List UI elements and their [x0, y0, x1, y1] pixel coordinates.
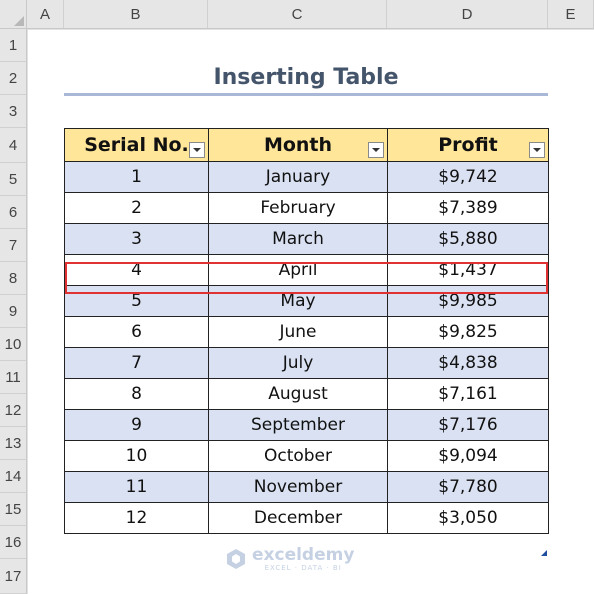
table-row: 5 May $9,985	[64, 285, 549, 317]
month-cell[interactable]: December	[208, 502, 388, 534]
chevron-down-icon	[193, 148, 201, 152]
profit-cell[interactable]: $5,880	[387, 223, 549, 255]
serial-cell[interactable]: 6	[64, 316, 209, 348]
row-header-8[interactable]: 8	[0, 262, 27, 295]
profit-cell[interactable]: $9,825	[387, 316, 549, 348]
serial-cell[interactable]: 7	[64, 347, 209, 379]
month-cell[interactable]: January	[208, 161, 388, 193]
row-header-9[interactable]: 9	[0, 295, 27, 328]
column-header-d[interactable]: D	[387, 0, 548, 29]
row-header-3[interactable]: 3	[0, 95, 27, 128]
watermark-tagline: EXCEL · DATA · BI	[264, 564, 342, 572]
month-cell[interactable]: April	[208, 254, 388, 286]
profit-cell[interactable]: $7,780	[387, 471, 549, 503]
filter-dropdown-button[interactable]	[189, 142, 205, 158]
column-header-c[interactable]: C	[208, 0, 387, 29]
serial-cell[interactable]: 11	[64, 471, 209, 503]
chevron-down-icon	[533, 148, 541, 152]
column-header-b[interactable]: B	[64, 0, 208, 29]
table-resize-handle[interactable]	[541, 550, 547, 556]
row-header-10[interactable]: 10	[0, 328, 27, 361]
chevron-down-icon	[372, 148, 380, 152]
profit-cell[interactable]: $9,742	[387, 161, 549, 193]
row-header-17[interactable]: 17	[0, 559, 27, 594]
month-cell[interactable]: June	[208, 316, 388, 348]
header-cell-month[interactable]: Month	[208, 128, 388, 162]
exceldemy-logo-icon	[227, 549, 245, 569]
month-cell[interactable]: September	[208, 409, 388, 441]
serial-cell[interactable]: 8	[64, 378, 209, 410]
serial-cell[interactable]: 4	[64, 254, 209, 286]
table-row: 2 February $7,389	[64, 192, 549, 224]
row-header-7[interactable]: 7	[0, 229, 27, 262]
month-cell[interactable]: February	[208, 192, 388, 224]
header-label: Month	[263, 134, 333, 156]
row-header-4[interactable]: 4	[0, 128, 27, 163]
table-row: 1 January $9,742	[64, 161, 549, 193]
column-header-e[interactable]: E	[548, 0, 594, 29]
watermark-logo: exceldemy EXCEL · DATA · BI	[224, 546, 354, 572]
table-row: 8 August $7,161	[64, 378, 549, 410]
profit-cell[interactable]: $1,437	[387, 254, 549, 286]
title-underline	[64, 93, 548, 96]
row-header-11[interactable]: 11	[0, 361, 27, 394]
serial-cell[interactable]: 5	[64, 285, 209, 317]
serial-cell[interactable]: 2	[64, 192, 209, 224]
month-cell[interactable]: October	[208, 440, 388, 472]
header-cell-profit[interactable]: Profit	[387, 128, 549, 162]
data-table: Serial No. Month Profit 1 January $9,742 2…	[64, 128, 549, 534]
select-all-triangle-icon	[14, 16, 24, 26]
profit-cell[interactable]: $7,176	[387, 409, 549, 441]
row-header-16[interactable]: 16	[0, 526, 27, 559]
column-header-a[interactable]: A	[27, 0, 64, 29]
header-cell-serial[interactable]: Serial No.	[64, 128, 209, 162]
row-header-6[interactable]: 6	[0, 196, 27, 229]
month-cell[interactable]: March	[208, 223, 388, 255]
row-header-15[interactable]: 15	[0, 493, 27, 526]
month-cell[interactable]: May	[208, 285, 388, 317]
filter-dropdown-button[interactable]	[529, 142, 545, 158]
serial-cell[interactable]: 12	[64, 502, 209, 534]
row-header-13[interactable]: 13	[0, 427, 27, 460]
table-row: 11 November $7,780	[64, 471, 549, 503]
header-label: Profit	[438, 134, 498, 156]
table-row: 3 March $5,880	[64, 223, 549, 255]
row-header-5[interactable]: 5	[0, 163, 27, 196]
month-cell[interactable]: July	[208, 347, 388, 379]
header-label: Serial No.	[84, 134, 189, 156]
profit-cell[interactable]: $9,094	[387, 440, 549, 472]
month-cell[interactable]: August	[208, 378, 388, 410]
filter-dropdown-button[interactable]	[368, 142, 384, 158]
serial-cell[interactable]: 1	[64, 161, 209, 193]
month-cell[interactable]: November	[208, 471, 388, 503]
table-header-row: Serial No. Month Profit	[64, 128, 549, 162]
profit-cell[interactable]: $7,161	[387, 378, 549, 410]
row-header-12[interactable]: 12	[0, 394, 27, 427]
profit-cell[interactable]: $7,389	[387, 192, 549, 224]
select-all-corner[interactable]	[0, 0, 27, 29]
profit-cell[interactable]: $3,050	[387, 502, 549, 534]
serial-cell[interactable]: 10	[64, 440, 209, 472]
watermark-name: exceldemy	[252, 545, 355, 565]
table-row: 9 September $7,176	[64, 409, 549, 441]
table-row: 10 October $9,094	[64, 440, 549, 472]
table-row-highlighted: 4 April $1,437	[64, 254, 549, 286]
sheet-title: Inserting Table	[213, 65, 399, 90]
table-row: 12 December $3,050	[64, 502, 549, 534]
row-header-1[interactable]: 1	[0, 29, 27, 62]
row-header-2[interactable]: 2	[0, 62, 27, 95]
profit-cell[interactable]: $4,838	[387, 347, 549, 379]
serial-cell[interactable]: 9	[64, 409, 209, 441]
profit-cell[interactable]: $9,985	[387, 285, 549, 317]
row-header-14[interactable]: 14	[0, 460, 27, 493]
table-row: 6 June $9,825	[64, 316, 549, 348]
table-row: 7 July $4,838	[64, 347, 549, 379]
serial-cell[interactable]: 3	[64, 223, 209, 255]
